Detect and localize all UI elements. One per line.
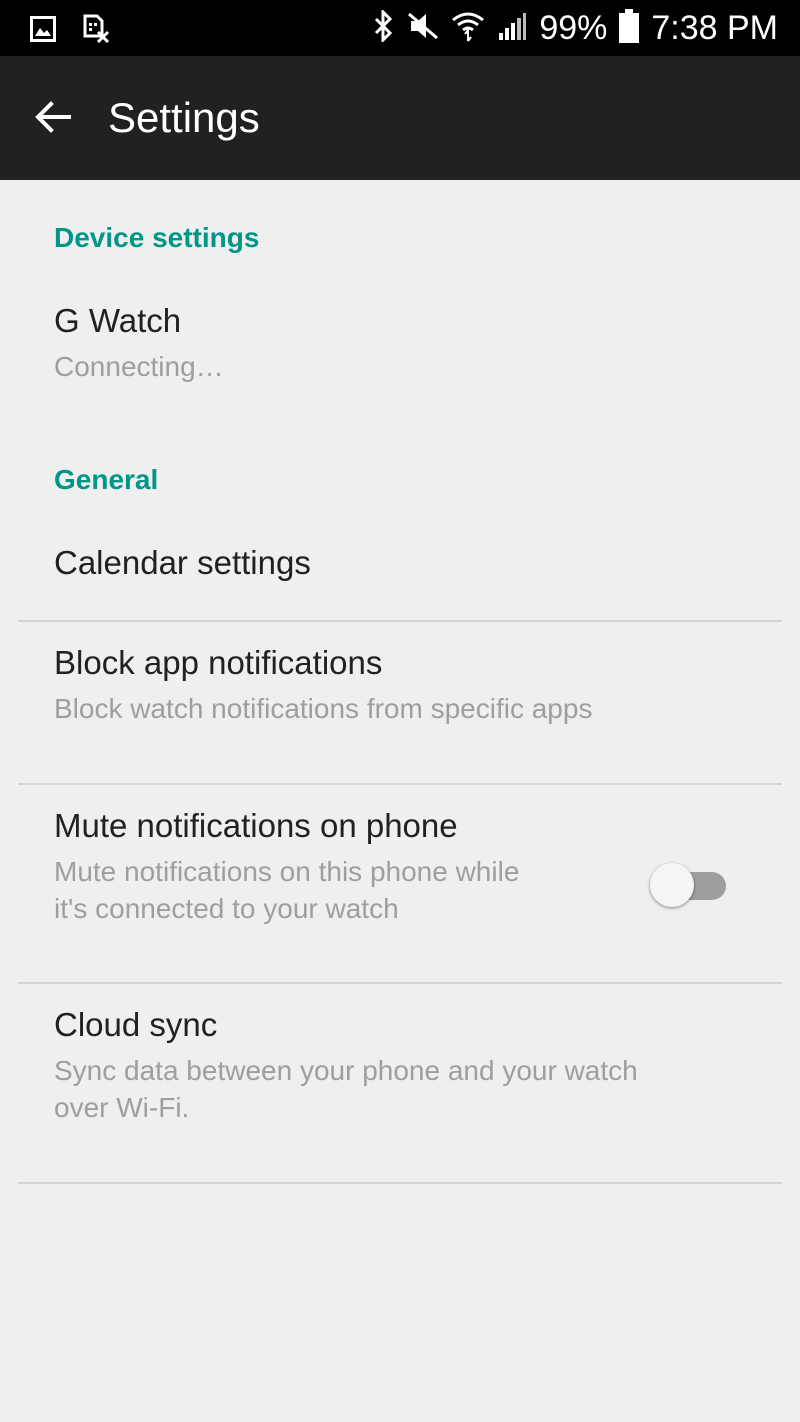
mute-notifications-subtitle-line2: it's connected to your watch: [54, 893, 399, 924]
app-bar: Settings: [0, 56, 800, 180]
device-item-g-watch[interactable]: G Watch Connecting…: [0, 280, 800, 410]
calendar-settings-item[interactable]: Calendar settings: [0, 520, 800, 620]
block-app-notifications-item[interactable]: Block app notifications Block watch noti…: [0, 622, 800, 782]
mute-notifications-subtitle-line1: Mute notifications on this phone while: [54, 856, 520, 887]
device-name: G Watch: [54, 302, 182, 339]
cloud-sync-subtitle-line2: over Wi-Fi.: [54, 1092, 190, 1123]
mute-notifications-title: Mute notifications on phone: [54, 807, 458, 844]
mute-notifications-toggle[interactable]: [650, 863, 728, 907]
block-app-notifications-subtitle: Block watch notifications from specific …: [54, 693, 593, 724]
cloud-sync-subtitle-line1: Sync data between your phone and your wa…: [54, 1055, 638, 1086]
divider: [18, 1182, 782, 1184]
device-status: Connecting…: [54, 351, 224, 382]
block-app-notifications-title: Block app notifications: [54, 644, 383, 681]
clock: 7:38 PM: [651, 9, 778, 47]
calendar-settings-title: Calendar settings: [54, 544, 311, 581]
gallery-icon: [30, 16, 56, 47]
section-header-general: General: [54, 464, 159, 495]
page-title: Settings: [108, 94, 260, 141]
battery-icon: [619, 8, 640, 48]
mute-notifications-item[interactable]: Mute notifications on phone Mute notific…: [0, 785, 800, 981]
wifi-icon: [451, 10, 485, 47]
cloud-sync-title: Cloud sync: [54, 1006, 218, 1043]
status-bar: 99% 7:38 PM: [0, 0, 800, 56]
section-header-device-settings: Device settings: [54, 222, 260, 253]
toggle-thumb: [650, 863, 694, 907]
sim-error-icon: [82, 14, 110, 49]
arrow-back-icon: [33, 97, 73, 142]
battery-percent: 99%: [539, 9, 608, 47]
cloud-sync-item[interactable]: Cloud sync Sync data between your phone …: [0, 984, 800, 1180]
bluetooth-icon: [373, 7, 395, 47]
mute-icon: [407, 10, 439, 47]
signal-icon: [497, 11, 527, 46]
back-button[interactable]: [26, 92, 80, 146]
